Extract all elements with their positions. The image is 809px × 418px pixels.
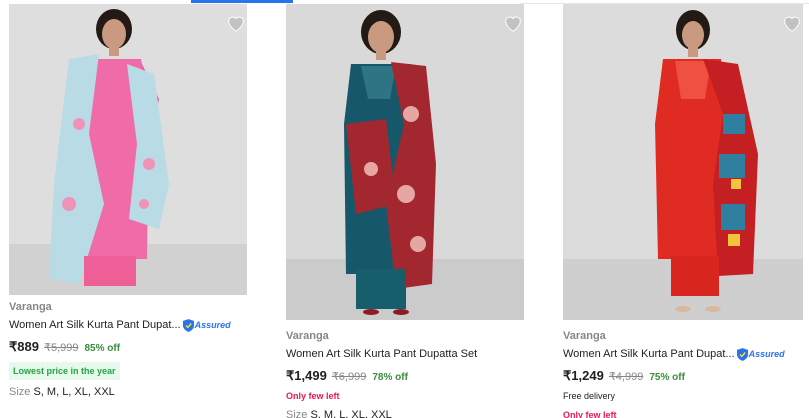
product-title[interactable]: Women Art Silk Kurta Pant Dupat... xyxy=(563,346,735,362)
heart-icon xyxy=(228,16,244,32)
discount-percent: 85% off xyxy=(84,343,121,354)
title-row: Women Art Silk Kurta Pant Dupat... Assur… xyxy=(9,317,247,333)
size-label: Size xyxy=(9,386,31,398)
size-values: S, M, L, XL, XXL xyxy=(310,409,392,418)
product-image[interactable] xyxy=(286,4,524,320)
discount-percent: 75% off xyxy=(649,372,685,383)
shield-check-icon xyxy=(182,318,194,332)
selling-price: ₹1,499 xyxy=(286,368,327,383)
heart-icon xyxy=(505,16,521,32)
wishlist-button[interactable] xyxy=(781,12,803,34)
brand-name: Varanga xyxy=(9,301,52,313)
stock-status: Only few left xyxy=(286,391,340,401)
heart-icon xyxy=(784,16,800,32)
lowest-price-badge: Lowest price in the year xyxy=(9,362,120,380)
product-image[interactable] xyxy=(9,4,247,295)
product-title[interactable]: Women Art Silk Kurta Pant Dupatta Set xyxy=(286,346,477,362)
delivery-info: Free delivery xyxy=(563,391,616,401)
original-price: ₹5,999 xyxy=(43,342,79,354)
title-row: Women Art Silk Kurta Pant Dupatta Set xyxy=(286,346,524,362)
size-values: S, M, L, XL, XXL xyxy=(33,386,115,398)
product-info: Varanga Women Art Silk Kurta Pant Dupat.… xyxy=(563,329,803,418)
size-label: Size xyxy=(286,409,308,418)
selling-price: ₹1,249 xyxy=(563,368,604,383)
product-image[interactable] xyxy=(563,4,803,320)
selling-price: ₹889 xyxy=(9,339,39,354)
assured-label: Assured xyxy=(748,349,785,359)
price-row: ₹889 ₹5,999 85% off xyxy=(9,339,247,355)
wishlist-button[interactable] xyxy=(225,12,247,34)
price-row: ₹1,499 ₹6,999 78% off xyxy=(286,368,524,384)
size-row: Size S, M, L, XL, XXL xyxy=(286,409,524,418)
wishlist-button[interactable] xyxy=(502,12,524,34)
assured-badge: Assured xyxy=(736,347,785,361)
top-accent-bar xyxy=(191,0,293,3)
discount-percent: 78% off xyxy=(372,372,408,383)
brand-name: Varanga xyxy=(563,330,606,342)
original-price: ₹4,999 xyxy=(608,371,644,383)
shield-check-icon xyxy=(736,347,748,361)
assured-label: Assured xyxy=(194,320,231,330)
product-info: Varanga Women Art Silk Kurta Pant Dupat.… xyxy=(9,300,247,398)
assured-badge: Assured xyxy=(182,318,231,332)
stock-status: Only few left xyxy=(563,410,617,418)
brand-name: Varanga xyxy=(286,330,329,342)
product-info: Varanga Women Art Silk Kurta Pant Dupatt… xyxy=(286,329,524,418)
original-price: ₹6,999 xyxy=(331,371,367,383)
price-row: ₹1,249 ₹4,999 75% off xyxy=(563,368,803,384)
size-row: Size S, M, L, XL, XXL xyxy=(9,386,247,398)
product-title[interactable]: Women Art Silk Kurta Pant Dupat... xyxy=(9,317,181,333)
title-row: Women Art Silk Kurta Pant Dupat... Assur… xyxy=(563,346,803,362)
